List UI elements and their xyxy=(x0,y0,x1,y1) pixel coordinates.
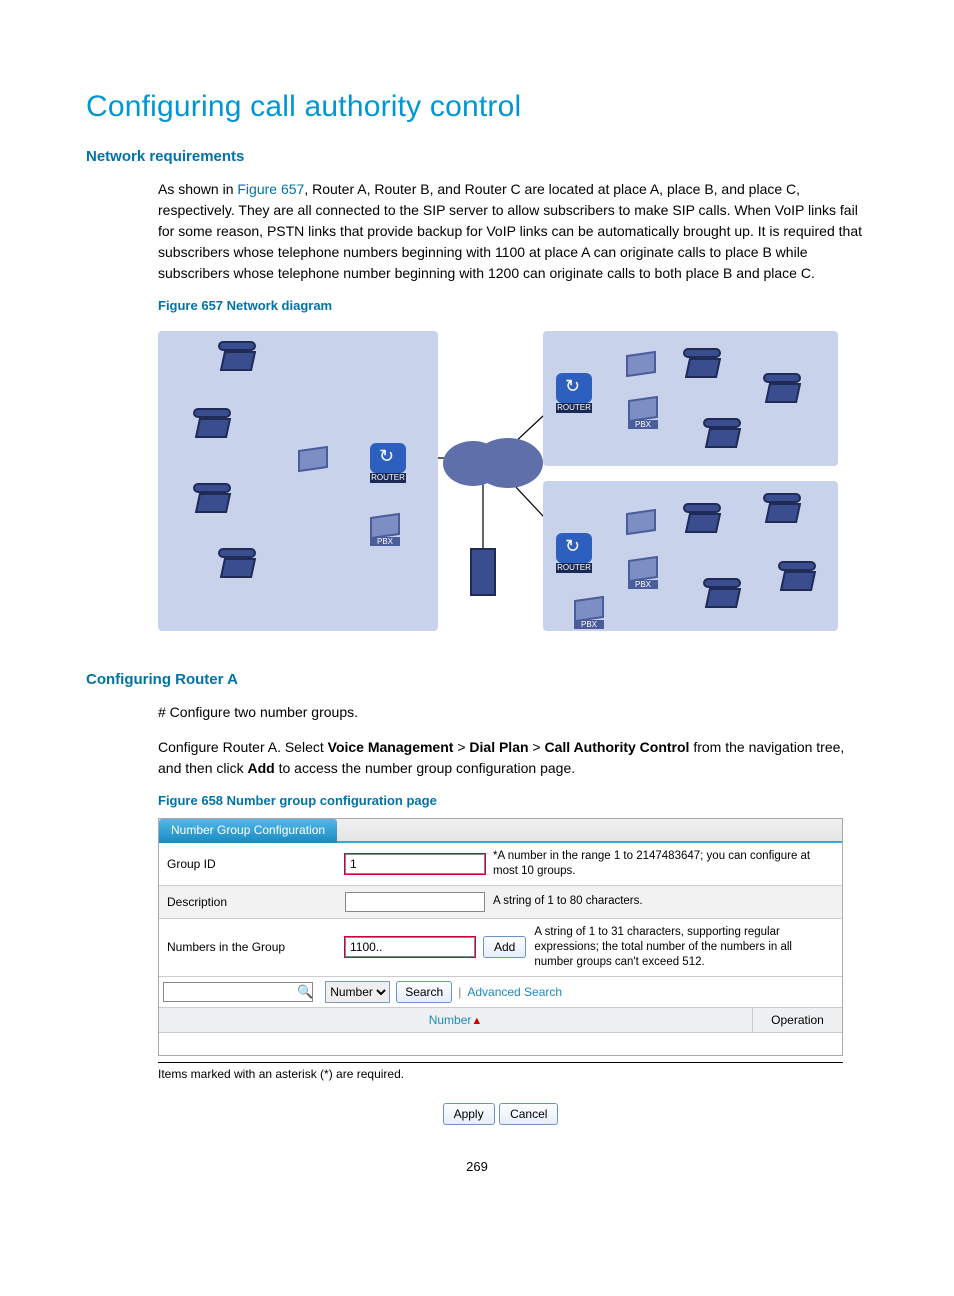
phone-icon xyxy=(778,561,818,593)
nav-dial-plan: Dial Plan xyxy=(469,739,528,755)
pbx-icon xyxy=(370,513,400,539)
text-fragment: Configure Router A. Select xyxy=(158,739,328,755)
page-number: 269 xyxy=(86,1159,868,1174)
apply-button[interactable]: Apply xyxy=(443,1103,495,1125)
pbx-icon xyxy=(298,446,328,472)
column-operation: Operation xyxy=(752,1008,842,1032)
phone-icon xyxy=(218,548,258,580)
pbx-label: PBX xyxy=(628,420,658,429)
config-step-1: # Configure two number groups. xyxy=(86,702,868,723)
label-group-id: Group ID xyxy=(167,857,337,871)
section-heading-network-requirements: Network requirements xyxy=(86,148,868,165)
help-description: A string of 1 to 80 characters. xyxy=(493,894,834,909)
tab-number-group-configuration[interactable]: Number Group Configuration xyxy=(159,819,337,843)
help-numbers-in-group: A string of 1 to 31 characters, supporti… xyxy=(534,925,834,970)
pbx-label: PBX xyxy=(574,620,604,629)
help-group-id: *A number in the range 1 to 2147483647; … xyxy=(493,849,834,879)
figure-caption-657: Figure 657 Network diagram xyxy=(158,298,868,313)
phone-icon xyxy=(193,408,233,440)
config-step-2: Configure Router A. Select Voice Managem… xyxy=(86,737,868,779)
tab-bar: Number Group Configuration xyxy=(159,819,842,843)
nav-call-authority-control: Call Authority Control xyxy=(545,739,690,755)
phone-icon xyxy=(703,418,743,450)
phone-icon xyxy=(683,348,723,380)
pbx-label: PBX xyxy=(628,580,658,589)
row-description: Description A string of 1 to 80 characte… xyxy=(159,886,842,919)
results-empty-row xyxy=(159,1033,842,1055)
router-label: ROUTER xyxy=(370,473,406,483)
text-fragment: to access the number group configuration… xyxy=(275,760,575,776)
pbx-icon xyxy=(628,556,658,582)
phone-icon xyxy=(703,578,743,610)
pbx-icon xyxy=(626,509,656,535)
add-number-button[interactable]: Add xyxy=(483,936,526,958)
text-fragment: As shown in xyxy=(158,181,237,197)
router-icon xyxy=(556,373,592,403)
figure-caption-658: Figure 658 Number group configuration pa… xyxy=(158,793,868,808)
phone-icon xyxy=(683,503,723,535)
pbx-label: PBX xyxy=(370,537,400,546)
pbx-icon xyxy=(628,396,658,422)
router-label: ROUTER xyxy=(556,403,592,413)
advanced-search-link[interactable]: Advanced Search xyxy=(467,985,562,999)
pbx-icon xyxy=(626,351,656,377)
server-icon xyxy=(470,548,496,596)
router-icon xyxy=(370,443,406,473)
router-icon xyxy=(556,533,592,563)
nav-voice-management: Voice Management xyxy=(328,739,454,755)
column-number[interactable]: Number▲ xyxy=(159,1008,752,1032)
text-fragment: > xyxy=(453,739,469,755)
text-fragment: > xyxy=(529,739,545,755)
network-requirements-paragraph: As shown in Figure 657, Router A, Router… xyxy=(86,179,868,284)
action-row: Apply Cancel xyxy=(158,1093,843,1129)
search-button[interactable]: Search xyxy=(396,981,452,1003)
search-icon: 🔍 xyxy=(297,982,313,1002)
router-label: ROUTER xyxy=(556,563,592,573)
phone-icon xyxy=(218,341,258,373)
cancel-button[interactable]: Cancel xyxy=(499,1103,558,1125)
figure-link-657[interactable]: Figure 657 xyxy=(237,181,304,197)
results-header: Number▲ Operation xyxy=(159,1007,842,1033)
section-heading-configuring-router-a: Configuring Router A xyxy=(86,671,868,688)
phone-icon xyxy=(763,373,803,405)
add-label: Add xyxy=(248,760,275,776)
sort-arrow-icon: ▲ xyxy=(471,1015,482,1027)
row-group-id: Group ID *A number in the range 1 to 214… xyxy=(159,843,842,886)
label-description: Description xyxy=(167,895,337,909)
phone-icon xyxy=(763,493,803,525)
input-numbers-in-group[interactable] xyxy=(345,937,475,957)
search-input[interactable] xyxy=(163,982,313,1002)
search-field-select[interactable]: Number xyxy=(325,981,390,1003)
input-group-id[interactable] xyxy=(345,854,485,874)
row-numbers-in-group: Numbers in the Group Add A string of 1 t… xyxy=(159,919,842,977)
number-group-config-panel: Number Group Configuration Group ID *A n… xyxy=(158,818,843,1056)
cloud-icon xyxy=(443,433,543,488)
network-diagram: ROUTER PBX ROUTER PBX ROUTER PBX PBX xyxy=(158,323,843,643)
label-numbers-in-group: Numbers in the Group xyxy=(167,940,337,954)
page-title: Configuring call authority control xyxy=(86,90,868,124)
input-description[interactable] xyxy=(345,892,485,912)
phone-icon xyxy=(193,483,233,515)
required-footnote: Items marked with an asterisk (*) are re… xyxy=(158,1062,843,1081)
pbx-icon xyxy=(574,596,604,622)
search-row: 🔍 Number Search | Advanced Search xyxy=(159,977,842,1007)
